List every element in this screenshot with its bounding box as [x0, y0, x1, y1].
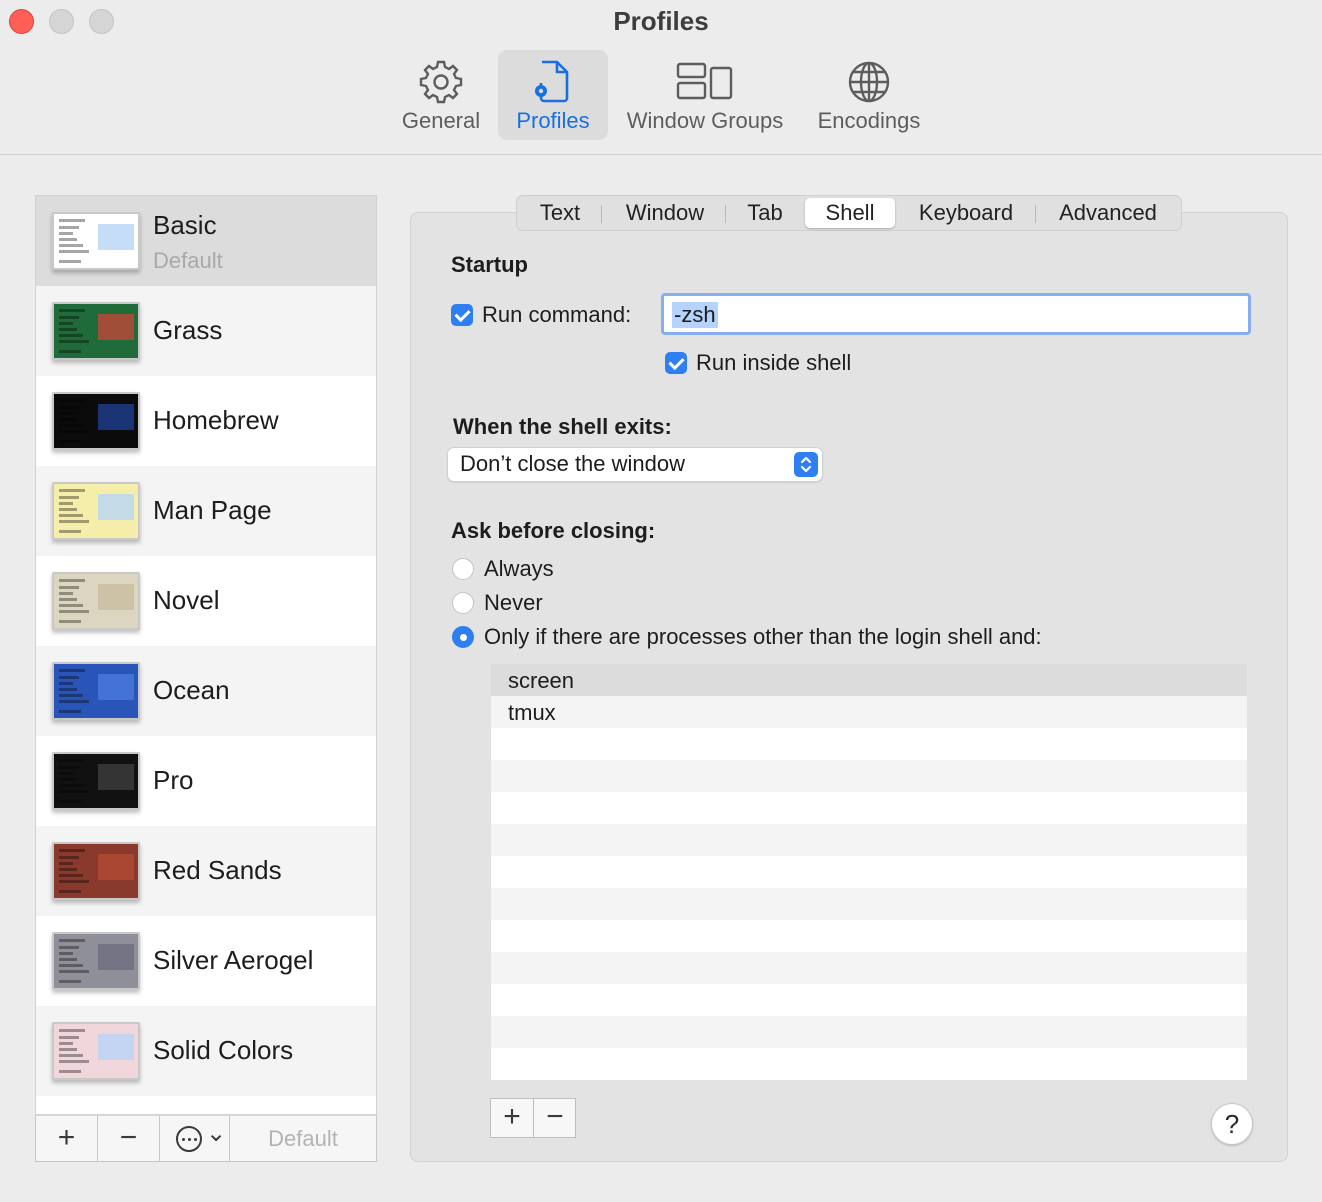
- tab-advanced[interactable]: Advanced: [1041, 198, 1175, 228]
- toolbar-window-groups-label: Window Groups: [626, 108, 784, 133]
- profile-row[interactable]: Pro: [36, 736, 376, 826]
- window-groups-icon: [676, 62, 733, 100]
- empty-row: [491, 856, 1247, 888]
- run-command-label: Run command:: [482, 302, 632, 327]
- shell-exit-value: Don’t close the window: [460, 451, 686, 476]
- empty-row: [491, 792, 1247, 824]
- window-title: Profiles: [613, 6, 709, 36]
- toolbar-encodings[interactable]: Encodings: [808, 50, 930, 140]
- profile-name: Silver Aerogel: [153, 945, 314, 975]
- empty-row: [491, 1048, 1247, 1080]
- ask-always-label: Always: [484, 556, 554, 581]
- empty-row: [491, 920, 1247, 952]
- profile-name: Ocean: [153, 675, 230, 705]
- profile-name: Grass: [153, 315, 223, 345]
- profile-list-toolbar: + − ⌄ Default: [35, 1115, 377, 1162]
- process-list[interactable]: screen tmux: [491, 664, 1247, 1080]
- remove-profile-button[interactable]: −: [98, 1116, 160, 1161]
- tab-shell[interactable]: Shell: [805, 198, 895, 228]
- process-row[interactable]: screen: [491, 664, 1247, 696]
- profile-name: Pro: [153, 765, 194, 795]
- profile-row[interactable]: Basic Default: [36, 196, 376, 286]
- toolbar-general-label: General: [401, 108, 481, 133]
- profile-thumbnail: [52, 572, 140, 630]
- profile-list[interactable]: Basic Default Grass Homebrew Man Page Novel Oc…: [35, 195, 377, 1115]
- toolbar-encodings-label: Encodings: [817, 108, 921, 133]
- tab-bar: Text Window Tab Shell Keyboard Advanced: [516, 195, 1182, 231]
- profile-row[interactable]: Novel: [36, 556, 376, 646]
- set-default-button[interactable]: Default: [230, 1116, 376, 1161]
- profile-thumbnail: [52, 1022, 140, 1080]
- add-profile-button[interactable]: +: [36, 1116, 98, 1161]
- profile-thumbnail: [52, 302, 140, 360]
- ellipsis-circle-icon: [176, 1126, 202, 1152]
- empty-row: [491, 824, 1247, 856]
- empty-row: [491, 728, 1247, 760]
- profile-row[interactable]: Solid Colors: [36, 1006, 376, 1096]
- tab-text[interactable]: Text: [523, 198, 597, 228]
- process-row[interactable]: tmux: [491, 696, 1247, 728]
- toolbar-profiles[interactable]: Profiles: [498, 50, 608, 140]
- exit-heading: When the shell exits:: [453, 414, 672, 439]
- profile-default-badge: Default: [153, 248, 223, 273]
- profile-thumbnail: [52, 932, 140, 990]
- ask-never-label: Never: [484, 590, 543, 615]
- profile-thumbnail: [52, 842, 140, 900]
- profile-row[interactable]: Red Sands: [36, 826, 376, 916]
- profile-thumbnail: [52, 212, 140, 270]
- up-down-arrows-icon: [794, 452, 818, 477]
- title-bar: Profiles General Profiles Window Groups …: [0, 0, 1322, 155]
- ask-processes-label: Only if there are processes other than t…: [484, 624, 1042, 649]
- chevron-down-icon: ⌄: [206, 1120, 227, 1147]
- run-command-value: -zsh: [672, 302, 718, 328]
- tab-tab[interactable]: Tab: [729, 198, 801, 228]
- profile-row[interactable]: Man Page: [36, 466, 376, 556]
- add-process-button[interactable]: +: [491, 1099, 533, 1137]
- process-name: screen: [508, 668, 575, 693]
- toolbar-profiles-label: Profiles: [516, 108, 590, 133]
- profile-name: Man Page: [153, 495, 272, 525]
- empty-row: [491, 952, 1247, 984]
- ask-always-radio[interactable]: [452, 558, 474, 580]
- empty-row: [491, 1016, 1247, 1048]
- startup-heading: Startup: [451, 252, 528, 277]
- run-command-input[interactable]: -zsh: [661, 293, 1251, 335]
- help-button[interactable]: ?: [1211, 1103, 1253, 1145]
- profile-thumbnail: [52, 662, 140, 720]
- gear-icon: [419, 60, 463, 104]
- ask-processes-radio[interactable]: [452, 626, 474, 648]
- profile-row[interactable]: Homebrew: [36, 376, 376, 466]
- document-gear-icon: [535, 60, 569, 103]
- profile-name: Basic: [153, 210, 217, 240]
- run-inside-shell-label: Run inside shell: [696, 350, 852, 375]
- ask-never-radio[interactable]: [452, 592, 474, 614]
- shell-exit-popup[interactable]: Don’t close the window: [448, 448, 822, 481]
- toolbar-window-groups[interactable]: Window Groups: [616, 50, 794, 140]
- profile-name: Novel: [153, 585, 220, 615]
- tab-keyboard[interactable]: Keyboard: [901, 198, 1031, 228]
- profile-thumbnail: [52, 752, 140, 810]
- toolbar-general[interactable]: General: [392, 50, 490, 140]
- process-name: tmux: [508, 700, 556, 725]
- tab-window[interactable]: Window: [607, 198, 723, 228]
- profile-thumbnail: [52, 482, 140, 540]
- empty-row: [491, 760, 1247, 792]
- run-inside-shell-checkbox[interactable]: [665, 352, 687, 374]
- more-actions-button[interactable]: ⌄: [160, 1116, 230, 1161]
- profile-row[interactable]: Grass: [36, 286, 376, 376]
- run-command-checkbox[interactable]: [451, 304, 473, 326]
- profile-row[interactable]: Ocean: [36, 646, 376, 736]
- profile-name: Homebrew: [153, 405, 279, 435]
- remove-process-button[interactable]: −: [534, 1099, 576, 1137]
- profile-name: Solid Colors: [153, 1035, 294, 1065]
- empty-row: [491, 984, 1247, 1016]
- globe-icon: [848, 61, 890, 103]
- profile-row[interactable]: Silver Aerogel: [36, 916, 376, 1006]
- profile-name: Red Sands: [153, 855, 282, 885]
- ask-heading: Ask before closing:: [451, 518, 656, 543]
- profile-thumbnail: [52, 392, 140, 450]
- process-list-controls: + −: [490, 1098, 576, 1138]
- empty-row: [491, 888, 1247, 920]
